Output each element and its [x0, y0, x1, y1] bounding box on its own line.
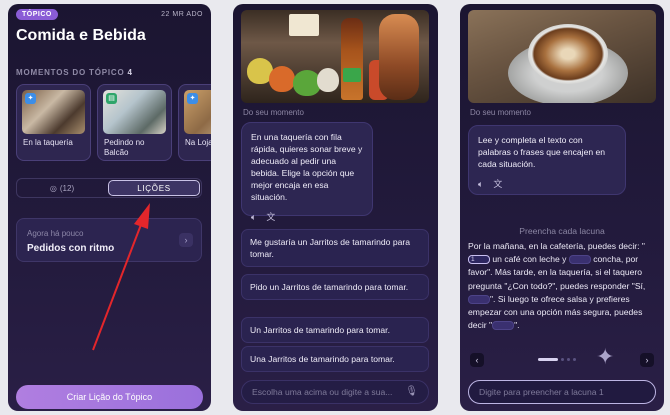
chevron-right-icon: › — [179, 233, 193, 247]
moment-card[interactable]: ✦ En la taquería — [16, 84, 91, 161]
chat-icon: ▤ — [106, 93, 117, 104]
choice-exercise-screen: Do seu momento En una taquería con fila … — [233, 4, 438, 411]
moment-thumbnail: ✦ — [184, 90, 211, 134]
create-lesson-button[interactable]: Criar Lição do Tópico — [16, 385, 203, 409]
blank-input-placeholder: Digite para preencher a lacuna 1 — [479, 387, 604, 397]
topic-date: 22 MR ADO — [161, 11, 203, 18]
prompt-bubble: En una taquería con fila rápida, quieres… — [241, 122, 373, 222]
moment-thumbnail: ✦ — [22, 90, 85, 134]
pin-icon: ✦ — [25, 93, 36, 104]
from-moment-caption: Do seu momento — [243, 108, 304, 117]
answer-input[interactable]: Escolha uma acima ou digite a sua... 🎙︎ — [241, 380, 429, 404]
answer-input-placeholder: Escolha uma acima ou digite a sua... — [252, 387, 393, 397]
topic-badge: TÓPICO — [16, 9, 58, 20]
from-moment-caption: Do seu momento — [470, 108, 531, 117]
cloze-segment: Por la mañana, en la cafetería, puedes d… — [468, 241, 645, 251]
cloze-text: Por la mañana, en la cafetería, puedes d… — [468, 240, 660, 332]
blank-input[interactable]: Digite para preencher a lacuna 1 — [468, 380, 656, 404]
tab-moments[interactable]: ◎ (12) — [17, 179, 107, 197]
fill-hint: Preencha cada lacuna — [519, 226, 605, 236]
prompt-bubble: Lee y completa el texto con palabras o f… — [468, 125, 626, 195]
moment-card[interactable]: ✦ Na Loja — [178, 84, 211, 161]
moment-card[interactable]: ▤ Pedindo no Balcão — [97, 84, 172, 161]
previous-button[interactable]: ‹ — [470, 353, 484, 367]
translate-icon[interactable]: 文 — [493, 178, 502, 190]
prompt-text: En una taquería con fila rápida, quieres… — [251, 132, 363, 202]
next-button[interactable]: › — [640, 353, 654, 367]
cloze-exercise-screen: Do seu momento Lee y completa el texto c… — [460, 4, 664, 411]
moment-thumbnail: ▤ — [103, 90, 166, 134]
moments-label: MOMENTOS DO TÓPICO — [16, 68, 125, 77]
speaker-icon[interactable]: 🔈︎ — [251, 211, 256, 223]
page-indicator — [538, 358, 576, 361]
moment-label: Na Loja — [185, 138, 211, 147]
lesson-timestamp: Agora há pouco — [27, 229, 84, 238]
answer-option[interactable]: Una Jarritos de tamarindo para tomar. — [241, 346, 429, 372]
prompt-text: Lee y completa el texto con palabras o f… — [478, 135, 606, 169]
answer-option[interactable]: Un Jarritos de tamarindo para tomar. — [241, 317, 429, 343]
answer-option[interactable]: Me gustaría un Jarritos de tamarindo par… — [241, 229, 429, 267]
speaker-icon[interactable]: 🔈︎ — [478, 178, 483, 190]
sparkle-icon: ✦ — [596, 344, 615, 369]
topic-screen: TÓPICO 22 MR ADO Comida e Bebida MOMENTO… — [8, 4, 211, 411]
moments-heading: MOMENTOS DO TÓPICO 4 — [16, 68, 133, 77]
lesson-title: Pedidos con ritmo — [27, 243, 115, 254]
camera-icon: ◎ — [49, 183, 57, 193]
tab-moments-label: (12) — [59, 183, 75, 193]
cloze-segment: un café con leche y — [490, 254, 569, 265]
microphone-icon[interactable]: 🎙︎ — [405, 386, 418, 397]
lesson-card[interactable]: Agora há pouco Pedidos con ritmo › — [16, 218, 202, 262]
page-title: Comida e Bebida — [16, 27, 146, 44]
moment-label: Pedindo no Balcão — [104, 138, 145, 157]
tab-lessons[interactable]: LIÇÕES — [108, 180, 200, 196]
cloze-blank[interactable] — [568, 255, 591, 265]
moment-photo — [241, 10, 429, 103]
moment-label: En la taquería — [23, 138, 73, 147]
topic-tabs: ◎ (12) LIÇÕES — [16, 178, 202, 198]
answer-option[interactable]: Pido un Jarritos de tamarindo para tomar… — [241, 274, 429, 300]
translate-icon[interactable]: 文 — [266, 211, 275, 223]
moment-photo — [468, 10, 656, 103]
moments-count: 4 — [127, 68, 133, 77]
pin-icon: ✦ — [187, 93, 198, 104]
cloze-blank[interactable] — [492, 321, 515, 331]
cloze-blank[interactable]: 1 — [468, 255, 490, 265]
cloze-segment: ". — [514, 320, 520, 331]
cloze-blank[interactable] — [468, 295, 490, 305]
